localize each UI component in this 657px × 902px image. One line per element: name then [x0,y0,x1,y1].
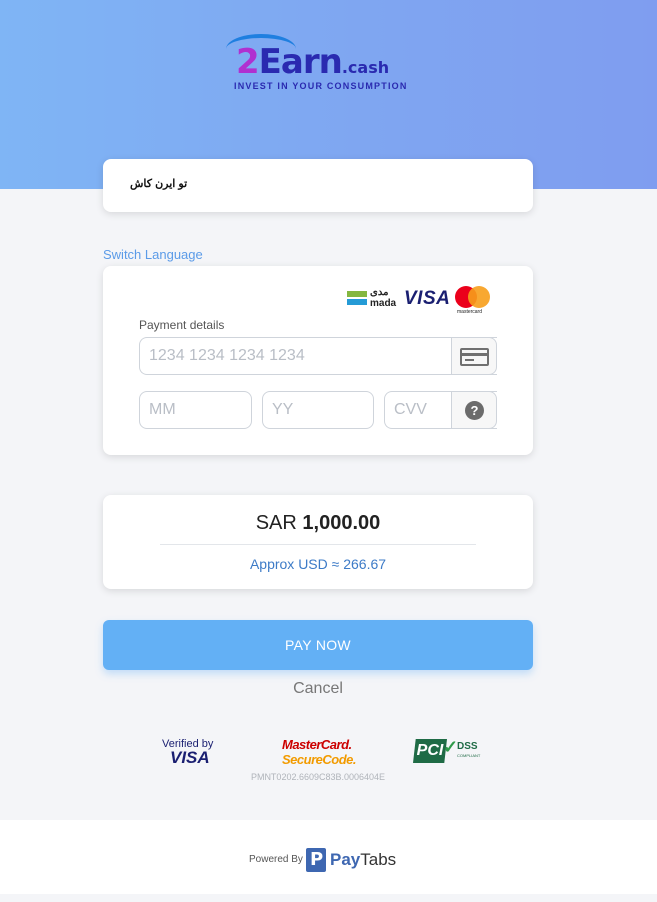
mastercard-logo: mastercard [455,286,491,316]
verified-by-visa-logo: Verified by VISA [162,738,214,767]
amount-divider [160,544,476,545]
visa-logo: VISA [404,288,451,309]
amount-total: SAR 1,000.00 [103,512,533,535]
mada-logo: مدى mada [347,288,399,310]
checkmark-icon: ✓ [443,737,459,757]
expiry-year-input[interactable] [262,391,374,429]
cvv-help-box[interactable]: ? [451,391,497,429]
merchant-card: تو ايرن كاش [103,159,533,212]
cancel-link[interactable]: Cancel [103,680,533,698]
approx-usd: Approx USD ≈ 266.67 [249,556,387,572]
amount-value: 1,000.00 [302,512,381,534]
logo-tagline: INVEST IN YOUR CONSUMPTION [234,81,408,91]
pci-dss-logo: PCI ✓ DSS COMPLIANT [413,737,483,765]
amount-currency: SAR [255,512,297,534]
card-number-input[interactable] [139,337,497,375]
merchant-name: تو ايرن كاش [130,178,188,190]
logo-two: 2 [236,42,260,82]
question-mark-icon[interactable]: ? [465,401,484,420]
payment-card: مدى mada VISA mastercard Payment details… [103,266,533,455]
mastercard-text: mastercard [457,309,483,315]
credit-card-icon [460,348,489,366]
paytabs-logo-text: PayTabs [330,850,397,869]
pay-now-button[interactable]: PAY NOW [103,620,533,670]
logo-suffix: .cash [341,58,390,77]
payment-reference: PMNT0202.6609C83B.0006404E [250,772,386,782]
switch-language-link[interactable]: Switch Language [103,247,203,262]
mastercard-securecode-logo: MasterCard. SecureCode. [282,737,356,767]
powered-by-label: Powered By [249,854,303,865]
card-icon-box [451,337,497,375]
footer: Powered By PayTabs [0,820,657,894]
mada-arabic: مدى [370,287,389,298]
payment-details-label: Payment details [139,318,225,332]
logo-main: Earn [258,42,343,82]
mada-latin: mada [370,298,397,309]
2earn-logo: 2Earn.cash INVEST IN YOUR CONSUMPTION [226,34,416,94]
paytabs-icon [306,848,326,872]
expiry-month-input[interactable] [139,391,252,429]
amount-card: SAR 1,000.00 Approx USD ≈ 266.67 [103,495,533,589]
